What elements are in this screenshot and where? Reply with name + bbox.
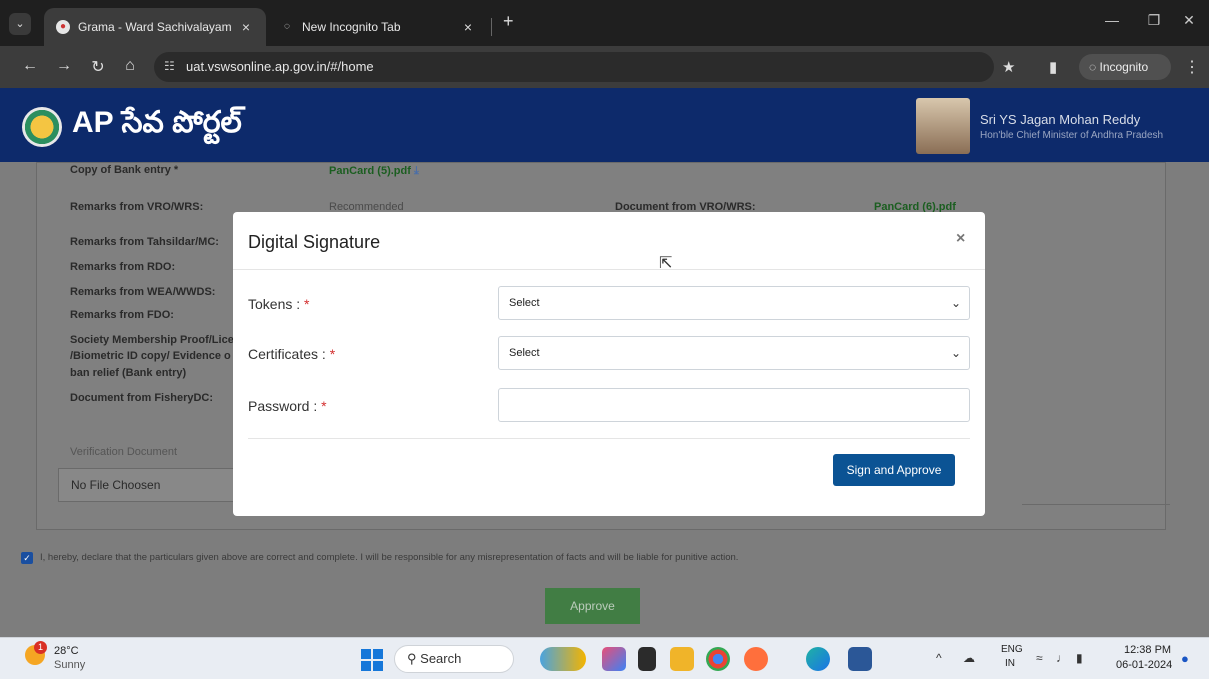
- browser-menu-icon[interactable]: ⋮: [1184, 57, 1200, 77]
- forward-icon[interactable]: →: [54, 57, 74, 75]
- password-input[interactable]: [498, 388, 970, 422]
- incognito-badge[interactable]: ◌ Incognito: [1079, 54, 1171, 80]
- clock-date[interactable]: 06-01-2024: [1116, 659, 1172, 671]
- chrome-icon[interactable]: [706, 647, 730, 671]
- incognito-label: Incognito: [1099, 60, 1149, 74]
- side-panel-icon[interactable]: ▮: [1049, 58, 1057, 76]
- modal-divider: [248, 438, 970, 439]
- minimize-icon[interactable]: —: [1102, 12, 1122, 28]
- tab-close-icon[interactable]: ×: [238, 19, 254, 35]
- tab-label: New Incognito Tab: [302, 20, 401, 34]
- reload-icon[interactable]: ↻: [88, 57, 108, 77]
- tab-close-icon[interactable]: ×: [460, 19, 476, 35]
- divider: [1022, 504, 1170, 505]
- portal-header: AP సేవ పోర్టల్ Sri YS Jagan Mohan Reddy …: [0, 88, 1209, 162]
- task-view-icon[interactable]: [638, 647, 656, 671]
- modal-header: Digital Signature ×: [233, 212, 985, 270]
- approve-button[interactable]: Approve: [545, 588, 640, 624]
- bank-entry-file-link[interactable]: PanCard (5).pdf ⤓: [329, 165, 419, 178]
- site-settings-icon[interactable]: ☷: [164, 59, 175, 73]
- clock-time[interactable]: 12:38 PM: [1124, 644, 1171, 656]
- site-favicon-icon: ●: [56, 20, 70, 34]
- form-label: Remarks from WEA/WWDS:: [70, 286, 216, 298]
- chevron-down-icon: ⌄: [950, 296, 961, 310]
- bookmark-star-icon[interactable]: ★: [1002, 58, 1015, 76]
- tab-search-icon[interactable]: ⌄: [9, 13, 31, 35]
- verification-document-label: Verification Document: [70, 446, 177, 458]
- incognito-icon: ◌: [1089, 60, 1097, 74]
- tab-new-incognito[interactable]: ◌ New Incognito Tab ×: [268, 8, 488, 46]
- cm-photo: [916, 98, 970, 154]
- url-text: uat.vswsonline.ap.gov.in/#/home: [186, 59, 374, 74]
- modal-close-icon[interactable]: ×: [956, 230, 965, 248]
- download-icon[interactable]: ⤓: [414, 165, 419, 177]
- browser-app-icon[interactable]: [744, 647, 768, 671]
- browser-toolbar: ← → ↻ ⌂ ☷ uat.vswsonline.ap.gov.in/#/hom…: [0, 46, 1209, 88]
- verification-file-input[interactable]: No File Choosen: [58, 468, 238, 502]
- form-label: Copy of Bank entry *: [70, 164, 179, 176]
- battery-icon[interactable]: ▮: [1076, 651, 1083, 665]
- wifi-icon[interactable]: ≈: [1036, 651, 1043, 665]
- address-bar[interactable]: ☷ uat.vswsonline.ap.gov.in/#/home: [154, 52, 994, 82]
- mouse-cursor-icon: ⇱: [659, 255, 673, 272]
- tab-separator: [491, 18, 492, 36]
- copilot-icon[interactable]: [602, 647, 626, 671]
- incognito-icon: ◌: [284, 21, 290, 32]
- tab-label: Grama - Ward Sachivalayam: [78, 20, 232, 34]
- volume-icon[interactable]: ♩: [1056, 651, 1068, 665]
- sign-and-approve-button[interactable]: Sign and Approve: [833, 454, 955, 486]
- certificates-select[interactable]: Select ⌄: [498, 336, 970, 370]
- ap-emblem-icon: [22, 107, 62, 147]
- form-label: Remarks from RDO:: [70, 261, 176, 273]
- form-label: Society Membership Proof/Lice: [70, 334, 234, 346]
- cm-role: Hon'ble Chief Minister of Andhra Pradesh: [980, 130, 1164, 141]
- tokens-select[interactable]: Select ⌄: [498, 286, 970, 320]
- edge-icon[interactable]: [806, 647, 830, 671]
- form-label: Document from FisheryDC:: [70, 392, 214, 404]
- notification-bell-icon[interactable]: ●: [1181, 651, 1189, 666]
- file-explorer-icon[interactable]: [670, 647, 694, 671]
- window-close-icon[interactable]: ✕: [1179, 12, 1199, 29]
- digital-signature-modal: Digital Signature × Tokens : * Select ⌄ …: [233, 212, 985, 516]
- password-label: Password : *: [248, 398, 327, 414]
- form-label: Remarks from VRO/WRS:: [70, 201, 204, 213]
- taskbar-search-label: Search: [420, 651, 462, 666]
- weather-desc[interactable]: Sunny: [54, 659, 85, 671]
- back-icon[interactable]: ←: [20, 57, 40, 75]
- browser-tabbar: ⌄ ● Grama - Ward Sachivalayam × ◌ New In…: [0, 0, 1209, 46]
- certificates-label: Certificates : *: [248, 346, 336, 362]
- form-label: Remarks from FDO:: [70, 309, 174, 321]
- language-indicator[interactable]: ENG: [1001, 644, 1023, 655]
- home-icon[interactable]: ⌂: [120, 57, 140, 75]
- form-label: /Biometric ID copy/ Evidence o: [70, 350, 231, 362]
- form-label: Remarks from Tahsildar/MC:: [70, 236, 219, 248]
- tokens-label: Tokens : *: [248, 296, 310, 312]
- tray-chevron-up-icon[interactable]: ^: [936, 651, 942, 665]
- modal-title: Digital Signature: [248, 232, 381, 252]
- certificates-select-value: Select: [509, 347, 540, 359]
- widgets-icon[interactable]: [540, 647, 586, 671]
- cm-name: Sri YS Jagan Mohan Reddy: [980, 112, 1141, 127]
- portal-title: AP సేవ పోర్టల్: [72, 106, 242, 139]
- onedrive-cloud-icon[interactable]: ☁: [963, 651, 975, 665]
- restore-icon[interactable]: ❐: [1144, 12, 1164, 29]
- declaration-checkbox[interactable]: ✓: [21, 552, 33, 564]
- taskbar: 1 28°C Sunny ⚲ Search ^ ☁ ENG IN ≈ ♩ ▮ 1…: [0, 637, 1209, 679]
- search-icon: ⚲: [407, 651, 417, 666]
- declaration-text: I, hereby, declare that the particulars …: [40, 552, 739, 563]
- form-label: ban relief (Bank entry): [70, 367, 187, 379]
- taskbar-search[interactable]: ⚲ Search: [394, 645, 514, 673]
- weather-badge: 1: [34, 641, 47, 654]
- word-icon[interactable]: [848, 647, 872, 671]
- tab-grama-ward[interactable]: ● Grama - Ward Sachivalayam ×: [44, 8, 266, 46]
- region-indicator[interactable]: IN: [1005, 658, 1015, 669]
- weather-temp[interactable]: 28°C: [54, 645, 79, 657]
- windows-start-icon[interactable]: [361, 649, 383, 671]
- chevron-down-icon: ⌄: [950, 346, 961, 360]
- new-tab-button[interactable]: +: [503, 11, 514, 32]
- tokens-select-value: Select: [509, 297, 540, 309]
